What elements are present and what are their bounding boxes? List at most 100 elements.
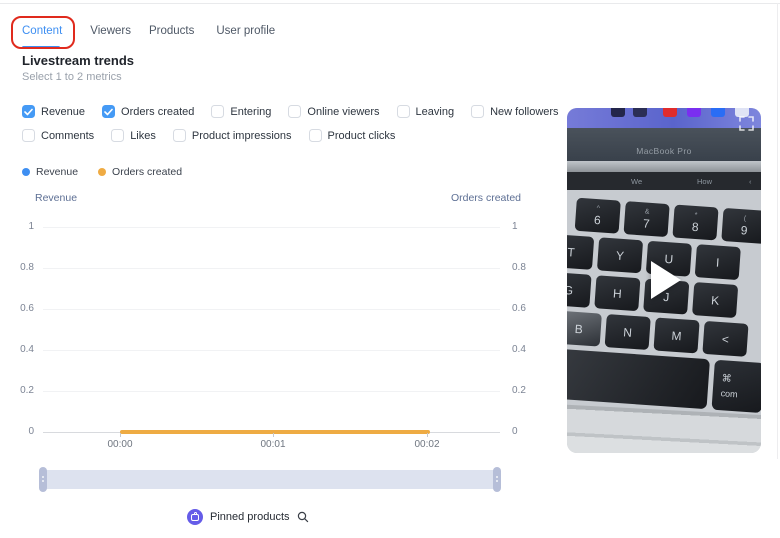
gridline — [43, 350, 500, 351]
gridline — [43, 268, 500, 269]
x-tick-mark — [120, 433, 121, 437]
app-icon — [687, 108, 701, 117]
app-icon — [711, 108, 725, 117]
app-icon — [663, 108, 677, 117]
metric-orders-created[interactable]: Orders created — [102, 105, 194, 118]
laptop-bezel: MacBook Pro — [567, 128, 761, 161]
range-slider-handle-right[interactable] — [493, 467, 501, 492]
key: M — [653, 317, 699, 353]
metric-product-impressions[interactable]: Product impressions — [173, 129, 292, 142]
key: T — [567, 234, 594, 270]
checkbox-icon[interactable] — [397, 105, 410, 118]
metric-likes[interactable]: Likes — [111, 129, 156, 142]
checkbox-icon[interactable] — [173, 129, 186, 142]
pinned-products-row: Pinned products — [187, 509, 309, 525]
tab-products[interactable]: Products — [149, 25, 194, 37]
key: ^6 — [575, 198, 621, 234]
laptop-hinge — [567, 161, 761, 172]
key: *8 — [672, 205, 718, 241]
checkbox-icon[interactable] — [111, 129, 124, 142]
touch-bar: We How ‹ — [567, 172, 761, 190]
pinned-products-label: Pinned products — [210, 511, 290, 523]
checkbox-icon[interactable] — [471, 105, 484, 118]
metric-row-2: Comments Likes Product impressions Produ… — [22, 129, 395, 142]
key: K — [692, 282, 738, 318]
y-tick-left: 0.8 — [0, 262, 34, 273]
y-tick-left: 1 — [0, 221, 34, 232]
left-axis-title: Revenue — [35, 192, 77, 204]
y-tick-right: 0.6 — [512, 303, 542, 314]
active-tab-underline — [22, 46, 60, 49]
tab-bar: Content Viewers Products User profile — [22, 25, 275, 37]
checkbox-checked-icon[interactable] — [102, 105, 115, 118]
legend-item-orders: Orders created — [98, 166, 182, 178]
y-tick-right: 1 — [512, 221, 542, 232]
keyboard: ^6 &7 *8 (9 T Y U I G H J K B N M < — [567, 196, 761, 419]
y-tick-left: 0.2 — [0, 385, 34, 396]
metric-leaving[interactable]: Leaving — [397, 105, 455, 118]
metric-product-clicks[interactable]: Product clicks — [309, 129, 396, 142]
metric-online-viewers[interactable]: Online viewers — [288, 105, 379, 118]
y-tick-right: 0.8 — [512, 262, 542, 273]
x-tick-mark — [273, 433, 274, 437]
key: N — [605, 314, 651, 350]
right-axis-title: Orders created — [400, 192, 521, 204]
app-icon — [633, 108, 647, 117]
key: G — [567, 272, 592, 308]
chart-legend: Revenue Orders created — [22, 166, 182, 178]
search-icon[interactable] — [297, 511, 309, 523]
tab-viewers[interactable]: Viewers — [90, 25, 131, 37]
metric-new-followers[interactable]: New followers — [471, 105, 558, 118]
y-tick-right: 0 — [512, 426, 542, 437]
key: &7 — [624, 201, 670, 237]
metric-revenue[interactable]: Revenue — [22, 105, 85, 118]
x-axis-label: 00:01 — [251, 439, 295, 450]
x-tick-mark — [427, 433, 428, 437]
checkbox-icon[interactable] — [22, 129, 35, 142]
top-divider — [0, 3, 780, 4]
key: (9 — [721, 208, 761, 244]
pinned-products-icon — [187, 509, 203, 525]
x-axis-label: 00:00 — [98, 439, 142, 450]
range-slider-handle-left[interactable] — [39, 467, 47, 492]
y-tick-right: 0.2 — [512, 385, 542, 396]
legend-dot-orders-icon — [98, 168, 106, 176]
checkbox-icon[interactable] — [211, 105, 224, 118]
x-axis-label: 00:02 — [405, 439, 449, 450]
laptop-screen-strip — [567, 108, 761, 128]
metric-row-1: Revenue Orders created Entering Online v… — [22, 105, 559, 118]
checkbox-icon[interactable] — [288, 105, 301, 118]
chart-range-slider-track[interactable] — [43, 470, 497, 489]
device-label: MacBook Pro — [636, 146, 691, 161]
page-title: Livestream trends — [22, 53, 134, 68]
orders-created-series-line — [120, 430, 430, 434]
checkbox-icon[interactable] — [309, 129, 322, 142]
legend-dot-revenue-icon — [22, 168, 30, 176]
livestream-analytics-page: Content Viewers Products User profile Li… — [0, 0, 780, 538]
y-tick-right: 0.4 — [512, 344, 542, 355]
play-icon[interactable] — [651, 261, 681, 299]
page-subtitle: Select 1 to 2 metrics — [22, 71, 122, 83]
command-key: ⌘ com — [711, 360, 761, 413]
app-icon — [611, 108, 625, 117]
metric-entering[interactable]: Entering — [211, 105, 271, 118]
key: I — [695, 244, 741, 280]
y-tick-left: 0 — [0, 426, 34, 437]
tab-content[interactable]: Content — [22, 25, 62, 37]
metric-comments[interactable]: Comments — [22, 129, 94, 142]
y-tick-left: 0.4 — [0, 344, 34, 355]
expand-fullscreen-icon[interactable] — [739, 116, 754, 131]
checkbox-checked-icon[interactable] — [22, 105, 35, 118]
y-tick-left: 0.6 — [0, 303, 34, 314]
key: B — [567, 311, 602, 347]
gridline — [43, 227, 500, 228]
legend-item-revenue: Revenue — [22, 166, 78, 178]
key: Y — [597, 237, 643, 273]
key: H — [594, 275, 640, 311]
tab-user-profile[interactable]: User profile — [216, 25, 275, 37]
gridline — [43, 391, 500, 392]
gridline — [43, 309, 500, 310]
livestream-video-thumbnail[interactable]: MacBook Pro We How ‹ ^6 &7 *8 (9 T Y U I… — [567, 108, 761, 453]
right-divider — [777, 3, 778, 459]
spacebar-key — [567, 348, 710, 410]
